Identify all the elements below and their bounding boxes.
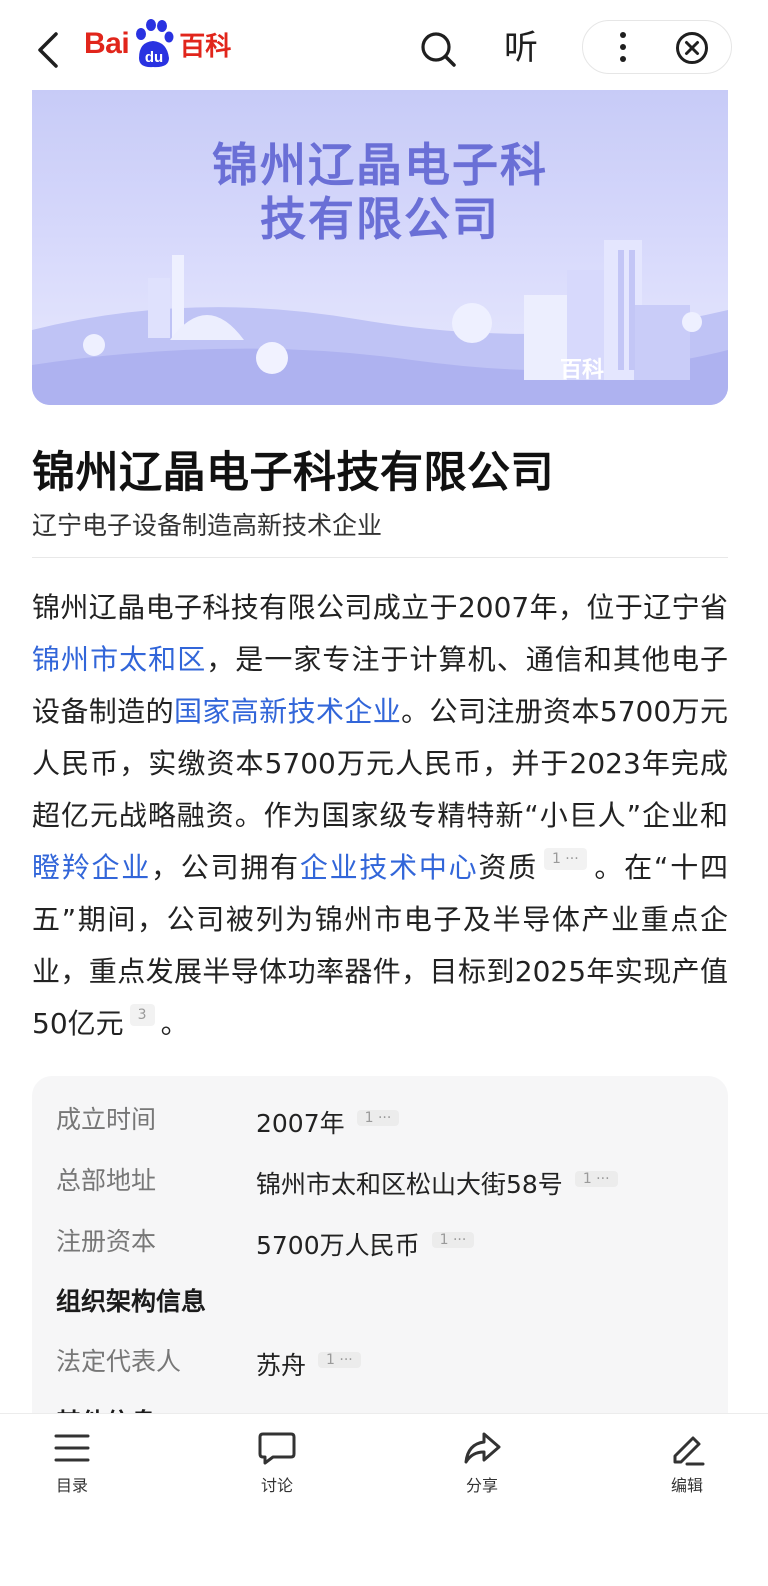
edit-button[interactable]: 编辑: [637, 1430, 737, 1496]
search-icon[interactable]: [418, 29, 458, 69]
info-value: 5700万人民币 1 ···: [256, 1224, 475, 1268]
banner-title-line1: 锦州辽晶电子科: [212, 138, 548, 192]
toc-label: 目录: [55, 1476, 88, 1495]
link-jinzhou-taihe[interactable]: 锦州市太和区: [32, 643, 206, 676]
info-value: 苏舟 1 ···: [256, 1344, 361, 1388]
reference-badge[interactable]: 1 ···: [543, 848, 587, 870]
reference-badge[interactable]: 1 ···: [318, 1352, 361, 1368]
summary-text: ，公司拥有: [151, 851, 300, 884]
info-row-founded: 成立时间 2007年 1 ···: [56, 1098, 716, 1142]
page-title: 锦州辽晶电子科技有限公司: [32, 448, 554, 498]
bottom-toolbar: 目录 讨论 分享 编辑: [0, 1413, 768, 1586]
info-value-text: 2007年: [256, 1109, 345, 1138]
discuss-button[interactable]: 讨论: [227, 1430, 327, 1496]
pencil-icon: [673, 1436, 705, 1466]
basic-info-box: 成立时间 2007年 1 ··· 总部地址 锦州市太和区松山大街58号 1 ··· …: [32, 1076, 728, 1437]
info-row-legal-rep: 法定代表人 苏舟 1 ···: [56, 1340, 716, 1384]
info-value-text: 5700万人民币: [256, 1231, 420, 1260]
edit-label: 编辑: [670, 1476, 703, 1495]
reference-badge[interactable]: 1 ···: [574, 1171, 618, 1187]
reference-badge[interactable]: 1 ···: [431, 1232, 475, 1248]
reference-badge[interactable]: 3: [129, 1004, 155, 1026]
info-value: 锦州市太和区松山大街58号 1 ···: [256, 1163, 618, 1207]
mini-program-capsule: [582, 20, 732, 74]
reference-badge[interactable]: 1 ···: [356, 1110, 400, 1126]
info-value-text: 锦州市太和区松山大街58号: [256, 1170, 563, 1199]
paw-logo-icon: du: [131, 16, 175, 72]
info-label: 总部地址: [56, 1166, 157, 1195]
summary-text: 。: [160, 1007, 189, 1040]
chat-bubble-icon: [258, 1432, 296, 1465]
info-label: 法定代表人: [56, 1347, 182, 1376]
logo-text-bai: Bai: [84, 27, 130, 60]
info-group-title: 组织架构信息: [56, 1287, 207, 1316]
listen-button[interactable]: 听: [504, 26, 538, 70]
link-gazelle-enterprise[interactable]: 瞪羚企业: [32, 851, 151, 884]
hero-banner: 锦州辽晶电子科 技有限公司 百科: [32, 90, 728, 405]
banner-title-line2: 技有限公司: [260, 192, 500, 246]
info-label: 成立时间: [56, 1105, 157, 1134]
divider: [32, 557, 728, 558]
back-arrow-icon[interactable]: [32, 30, 66, 70]
share-arrow-icon: [464, 1432, 501, 1464]
list-icon: [54, 1434, 90, 1462]
discuss-label: 讨论: [260, 1476, 293, 1495]
share-button[interactable]: 分享: [432, 1430, 532, 1496]
info-label: 注册资本: [56, 1227, 157, 1256]
link-tech-center[interactable]: 企业技术中心: [300, 851, 479, 884]
info-row-capital: 注册资本 5700万人民币 1 ···: [56, 1220, 716, 1264]
link-high-tech-enterprise[interactable]: 国家高新技术企业: [174, 695, 401, 728]
summary-paragraph: 锦州辽晶电子科技有限公司成立于2007年，位于辽宁省锦州市太和区，是一家专注于计…: [32, 582, 728, 1050]
top-bar: Bai du 百科 听: [0, 0, 768, 96]
toc-button[interactable]: 目录: [22, 1430, 122, 1496]
page-subtitle: 辽宁电子设备制造高新技术企业: [32, 511, 383, 540]
share-label: 分享: [465, 1476, 498, 1495]
banner-title: 锦州辽晶电子科 技有限公司: [32, 138, 728, 246]
info-value: 2007年 1 ···: [256, 1102, 400, 1146]
baidu-baike-logo[interactable]: Bai du 百科: [84, 14, 231, 74]
summary-text: 资质: [478, 851, 538, 884]
info-row-hq: 总部地址 锦州市太和区松山大街58号 1 ···: [56, 1159, 716, 1203]
close-circle-icon[interactable]: [675, 31, 709, 65]
summary-text: 锦州辽晶电子科技有限公司成立于2007年，位于辽宁省: [32, 591, 728, 624]
info-value-text: 苏舟: [256, 1351, 307, 1380]
logo-text-baike: 百科: [179, 31, 232, 62]
more-vertical-icon[interactable]: [613, 31, 633, 63]
logo-text-du: du: [145, 49, 163, 66]
banner-badge: 百科: [560, 358, 605, 383]
